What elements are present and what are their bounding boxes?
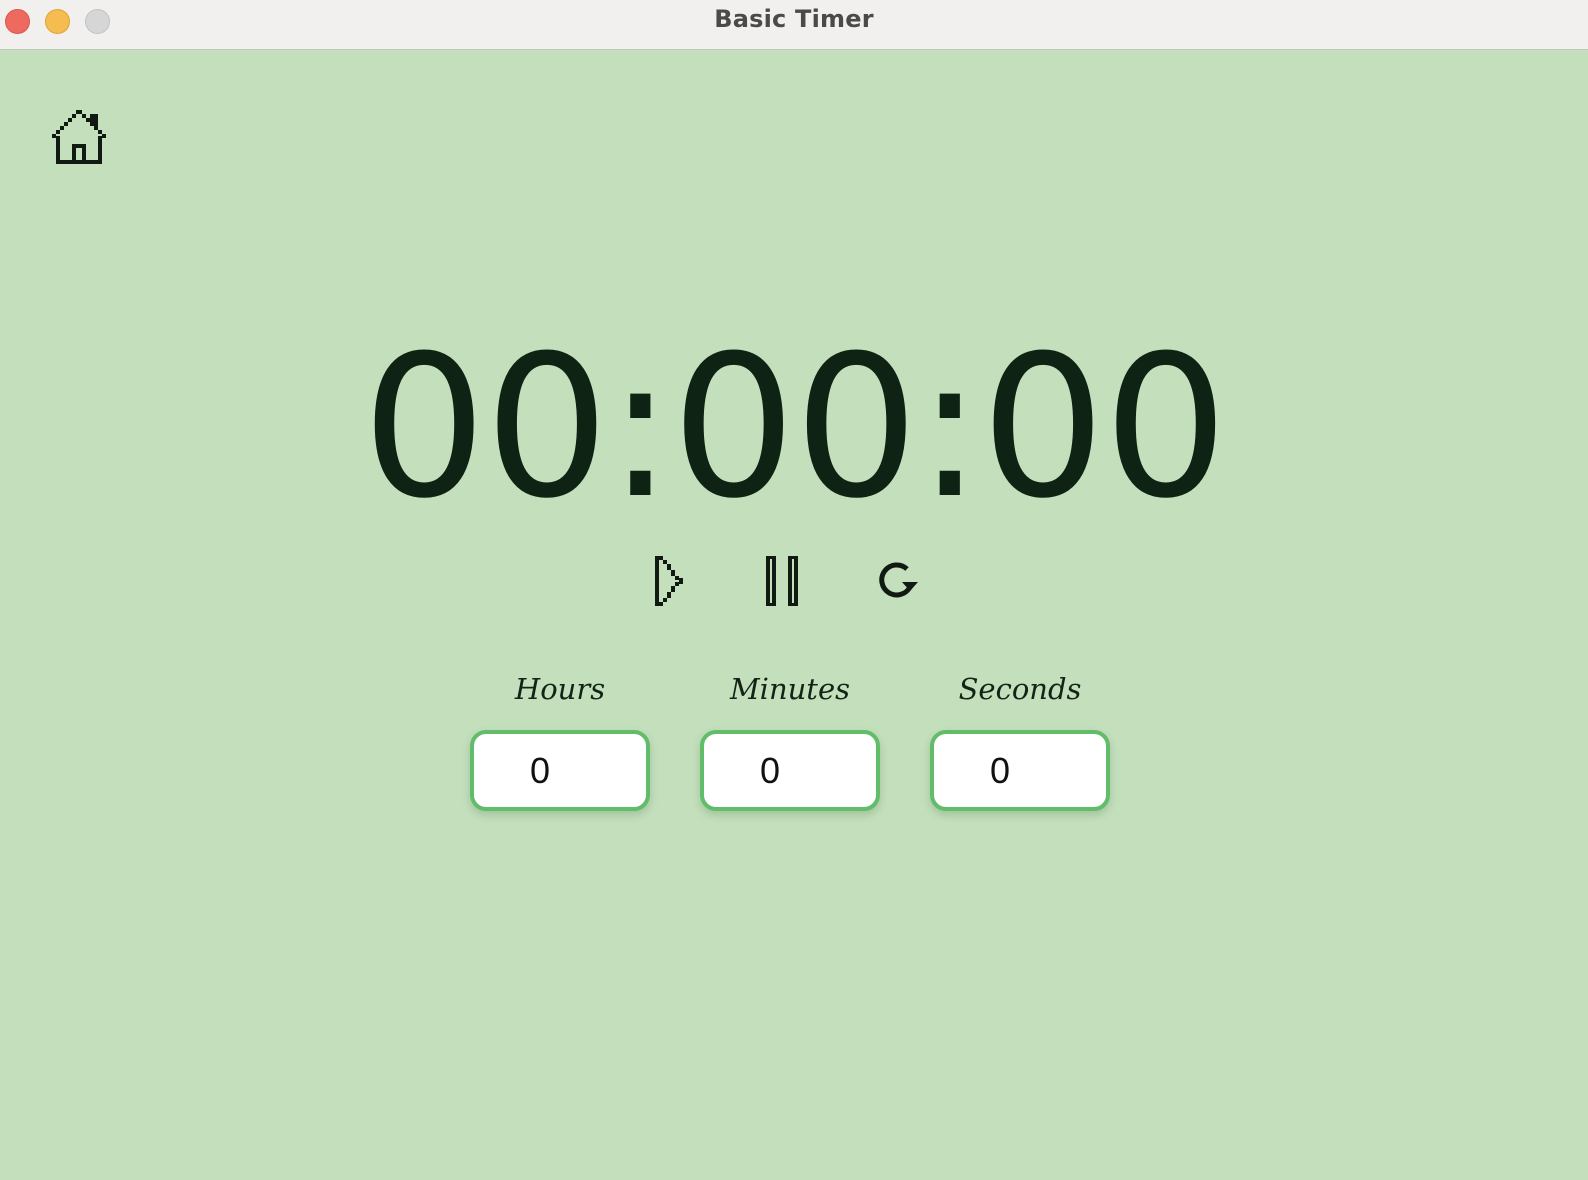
hours-input[interactable] [470,730,650,811]
seconds-input[interactable] [930,730,1110,811]
hours-label: Hours [514,672,606,706]
start-button[interactable] [653,556,699,608]
minutes-input[interactable] [700,730,880,811]
timer-display: 00:00:00 [361,314,1228,542]
title-bar[interactable]: Basic Timer [0,0,1588,50]
minutes-label: Minutes [729,672,851,706]
window-title: Basic Timer [714,5,874,33]
reset-icon [879,562,918,598]
pause-button[interactable] [766,556,812,608]
play-icon [655,556,683,606]
app-window: Basic Timer 00:00:00 Hours Minutes Secon… [0,0,1588,1180]
seconds-label: Seconds [958,672,1082,706]
pause-icon [766,556,798,606]
home-button[interactable] [50,110,110,166]
home-icon [52,110,106,164]
reset-button[interactable] [876,560,920,604]
